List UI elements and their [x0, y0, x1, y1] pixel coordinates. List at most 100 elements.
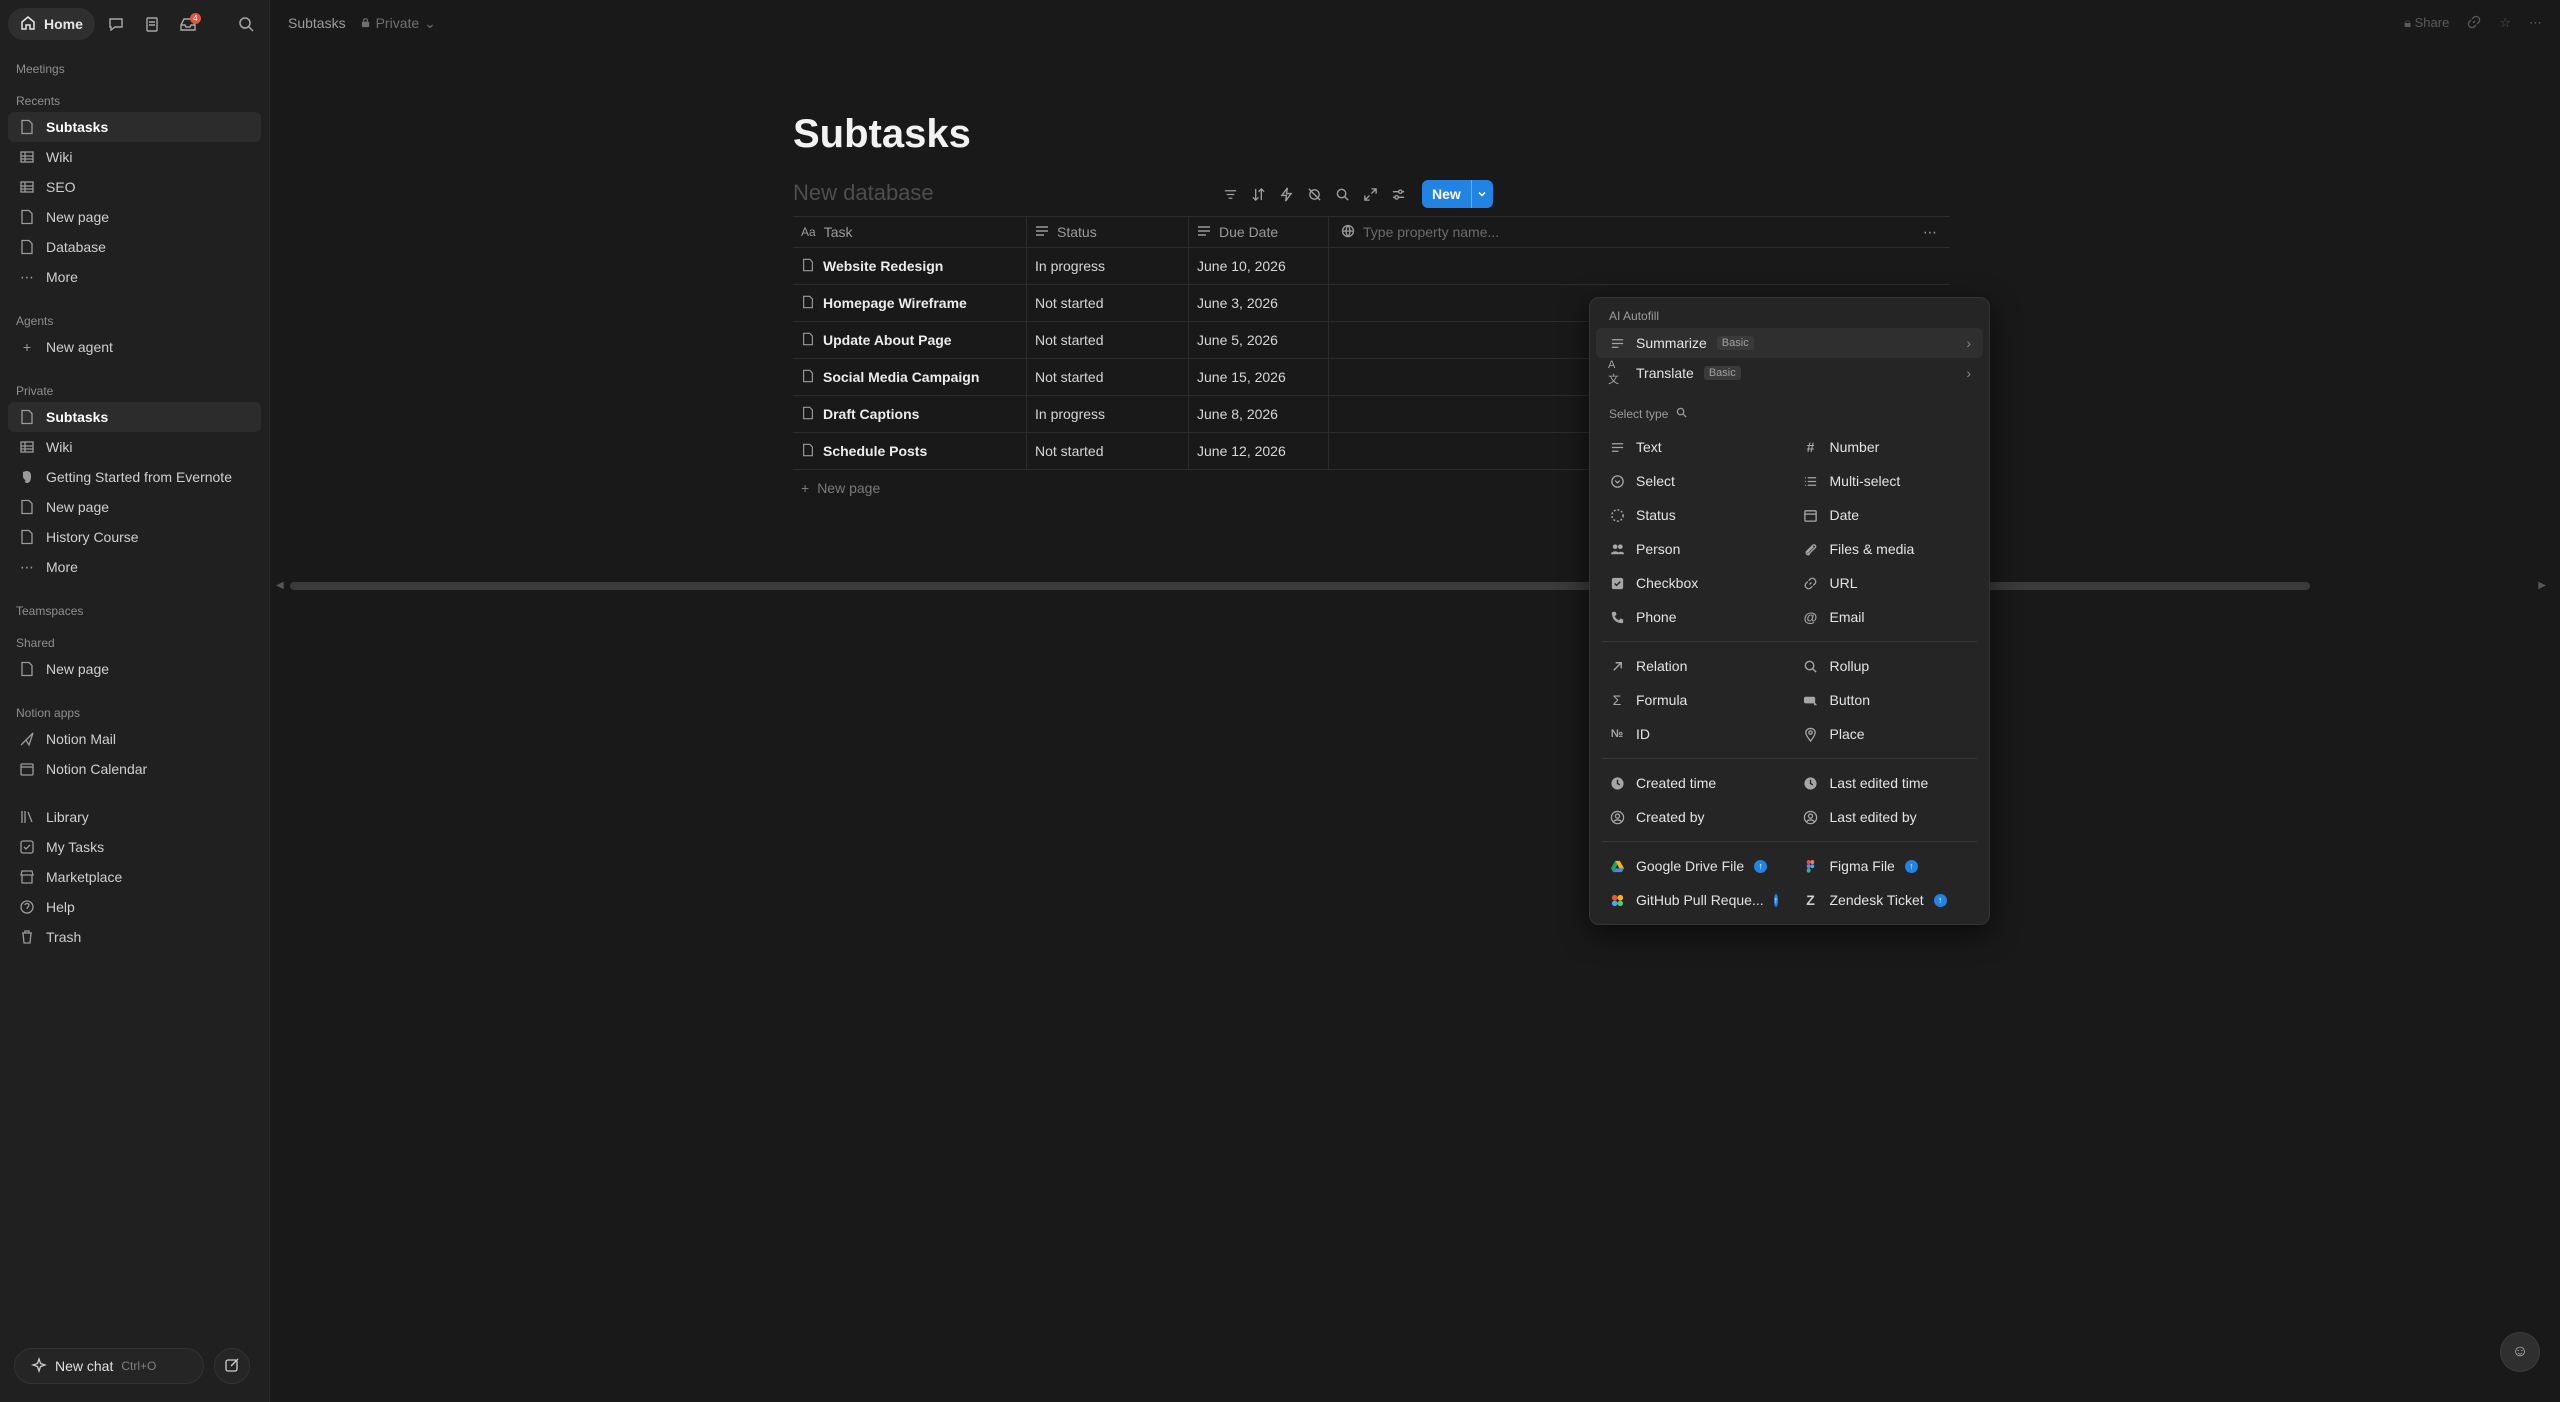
app-notion-mail[interactable]: Notion Mail	[8, 724, 261, 754]
type-google-drive-file[interactable]: Google Drive File ↑	[1596, 849, 1790, 883]
private-item-subtasks[interactable]: Subtasks	[8, 402, 261, 432]
recent-item-new-page[interactable]: New page	[8, 202, 261, 232]
task-cell[interactable]: Website Redesign	[793, 248, 1027, 284]
star-icon[interactable]: ☆	[2499, 15, 2511, 31]
app-notion-calendar[interactable]: Notion Calendar	[8, 754, 261, 784]
compose-button[interactable]	[214, 1348, 250, 1384]
due-date-cell[interactable]: June 10, 2026	[1189, 248, 1329, 284]
shared-item-new-page[interactable]: New page	[8, 654, 261, 684]
task-cell[interactable]: Social Media Campaign	[793, 359, 1027, 395]
task-cell[interactable]: Schedule Posts	[793, 433, 1027, 469]
type-select[interactable]: Select	[1596, 464, 1790, 498]
column-header-status[interactable]: Status	[1027, 217, 1189, 247]
horizontal-scrollbar[interactable]	[290, 582, 2310, 590]
due-date-cell[interactable]: June 8, 2026	[1189, 396, 1329, 432]
sidebar-item-library[interactable]: Library	[8, 802, 261, 832]
task-cell[interactable]: Homepage Wireframe	[793, 285, 1027, 321]
privacy-selector[interactable]: Private ⌄	[360, 15, 436, 32]
page-title[interactable]: Subtasks	[793, 112, 971, 157]
sidebar-item-my-tasks[interactable]: My Tasks	[8, 832, 261, 862]
type-checkbox[interactable]: Checkbox	[1596, 566, 1790, 600]
search-icon[interactable]	[1330, 182, 1354, 206]
automation-icon[interactable]	[1274, 182, 1298, 206]
type-button[interactable]: Button	[1790, 683, 1984, 717]
task-cell[interactable]: Update About Page	[793, 322, 1027, 358]
menu-item-summarize[interactable]: Summarize Basic ›	[1596, 328, 1983, 358]
type-files-media[interactable]: Files & media	[1790, 532, 1984, 566]
share-button[interactable]: 🔒︎ Share	[2404, 15, 2449, 31]
type-id[interactable]: № ID	[1596, 717, 1790, 751]
link-icon[interactable]	[2467, 15, 2481, 32]
status-cell[interactable]: Not started	[1027, 322, 1189, 358]
type-rollup[interactable]: Rollup	[1790, 649, 1984, 683]
type-figma-file[interactable]: Figma File ↑	[1790, 849, 1984, 883]
status-cell[interactable]: Not started	[1027, 359, 1189, 395]
type-formula[interactable]: Σ Formula	[1596, 683, 1790, 717]
breadcrumb[interactable]: Subtasks	[288, 15, 346, 31]
type-last-edited-by[interactable]: Last edited by	[1790, 800, 1984, 834]
inbox-icon[interactable]: 4	[173, 9, 203, 39]
new-property-input[interactable]: Type property name...	[1329, 224, 1910, 241]
private-more[interactable]: ⋯ More	[8, 552, 261, 582]
recents-more[interactable]: ⋯ More	[8, 262, 261, 292]
task-cell[interactable]: Draft Captions	[793, 396, 1027, 432]
recent-item-database[interactable]: Database	[8, 232, 261, 262]
recent-item-wiki[interactable]: Wiki	[8, 142, 261, 172]
type-date[interactable]: Date	[1790, 498, 1984, 532]
settings-sliders-icon[interactable]	[1386, 182, 1410, 206]
sort-icon[interactable]	[1246, 182, 1270, 206]
type-relation[interactable]: Relation	[1596, 649, 1790, 683]
scroll-right-arrow[interactable]: ▶	[2538, 580, 2546, 591]
tasks-nav-icon[interactable]	[137, 9, 167, 39]
type-person[interactable]: Person	[1596, 532, 1790, 566]
more-icon[interactable]: ⋯	[2529, 15, 2542, 31]
recent-item-subtasks[interactable]: Subtasks	[8, 112, 261, 142]
due-date-cell[interactable]: June 3, 2026	[1189, 285, 1329, 321]
type-email[interactable]: @ Email	[1790, 600, 1984, 634]
type-created-by[interactable]: Created by	[1596, 800, 1790, 834]
type-zendesk-ticket[interactable]: Z Zendesk Ticket ↑	[1790, 883, 1984, 917]
column-header-task[interactable]: Aa Task	[793, 217, 1027, 247]
private-item-wiki[interactable]: Wiki	[8, 432, 261, 462]
new-record-button[interactable]: New	[1422, 180, 1493, 208]
ai-off-icon[interactable]	[1302, 182, 1326, 206]
private-item-new-page[interactable]: New page	[8, 492, 261, 522]
status-cell[interactable]: In progress	[1027, 396, 1189, 432]
type-github-pull-request[interactable]: GitHub Pull Reque... ↑	[1596, 883, 1790, 917]
menu-item-translate[interactable]: A文 Translate Basic ›	[1596, 358, 1983, 388]
chat-icon[interactable]	[101, 9, 131, 39]
filter-icon[interactable]	[1218, 182, 1242, 206]
recent-item-seo[interactable]: SEO	[8, 172, 261, 202]
new-chat-button[interactable]: New chat Ctrl+O	[14, 1348, 204, 1384]
type-phone[interactable]: Phone	[1596, 600, 1790, 634]
search-icon[interactable]	[1676, 402, 1687, 426]
due-date-cell[interactable]: June 5, 2026	[1189, 322, 1329, 358]
type-text[interactable]: Text	[1596, 430, 1790, 464]
due-date-cell[interactable]: June 12, 2026	[1189, 433, 1329, 469]
table-row[interactable]: Website Redesign In progress June 10, 20…	[793, 248, 1950, 285]
sidebar-item-marketplace[interactable]: Marketplace	[8, 862, 261, 892]
type-url[interactable]: URL	[1790, 566, 1984, 600]
type-number[interactable]: # Number	[1790, 430, 1984, 464]
expand-icon[interactable]	[1358, 182, 1382, 206]
chevron-down-icon[interactable]	[1470, 180, 1493, 208]
status-cell[interactable]: Not started	[1027, 285, 1189, 321]
type-place[interactable]: Place	[1790, 717, 1984, 751]
private-item-evernote[interactable]: Getting Started from Evernote	[8, 462, 261, 492]
search-icon[interactable]	[231, 9, 261, 39]
new-agent-button[interactable]: + New agent	[8, 332, 261, 362]
status-cell[interactable]: In progress	[1027, 248, 1189, 284]
due-date-cell[interactable]: June 15, 2026	[1189, 359, 1329, 395]
database-name-input[interactable]: New database	[793, 180, 934, 206]
private-item-history-course[interactable]: History Course	[8, 522, 261, 552]
status-cell[interactable]: Not started	[1027, 433, 1189, 469]
type-last-edited-time[interactable]: Last edited time	[1790, 766, 1984, 800]
scroll-left-arrow[interactable]: ◀	[276, 580, 284, 591]
type-multi-select[interactable]: Multi-select	[1790, 464, 1984, 498]
more-icon[interactable]: ⋯	[1910, 224, 1950, 241]
type-status[interactable]: Status	[1596, 498, 1790, 532]
home-button[interactable]: Home	[8, 8, 95, 40]
type-created-time[interactable]: Created time	[1596, 766, 1790, 800]
sidebar-item-help[interactable]: Help	[8, 892, 261, 922]
ai-assistant-button[interactable]: ☺	[2500, 1332, 2540, 1372]
